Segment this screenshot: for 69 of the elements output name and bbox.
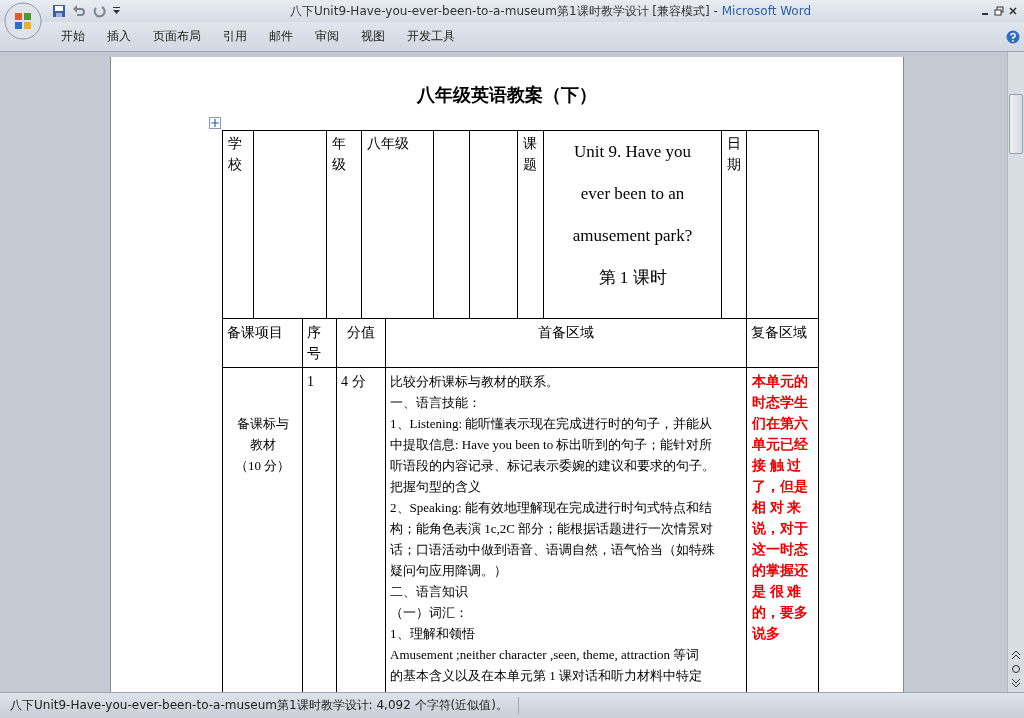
text-line: （一）词汇： [390, 604, 469, 622]
ribbon-tab[interactable]: 邮件 [258, 26, 304, 47]
text-line: Amusement ;neither character ,seen, theme, attraction 等词 [390, 646, 701, 664]
browse-object-icon[interactable] [1011, 664, 1021, 674]
restore-icon[interactable] [994, 6, 1004, 16]
table-move-handle-icon[interactable] [209, 117, 221, 129]
table-cell: 八年级 [362, 131, 434, 319]
lesson-title-line: amusement park? [571, 225, 694, 247]
ribbon-tab[interactable]: 引用 [212, 26, 258, 47]
text-line: 构；能角色表演 1c,2C 部分；能根据话题进行一次情景对 [390, 520, 715, 538]
ribbon-tab[interactable]: 开始 [50, 26, 96, 47]
text-line: 教材 [248, 436, 277, 454]
cell-label: 日期 [727, 135, 741, 174]
text-line: 相 对 来 [752, 499, 802, 517]
ribbon-tab[interactable]: 视图 [350, 26, 396, 47]
help-icon[interactable] [1006, 29, 1020, 44]
text-line: 1、理解和领悟 [390, 625, 476, 643]
word-count: 八下Unit9-Have-you-ever-been-to-a-museum第1课时教学设计: 4,092 个字符(近似值)。 [0, 697, 519, 714]
text-line: 二、语言知识 [390, 583, 469, 601]
window-title: 八下Unit9-Have-you-ever-been-to-a-museum第1课时教学设计 [兼容模式] - Microsoft Word [288, 2, 812, 20]
undo-icon[interactable] [72, 4, 86, 18]
text-line: 了，但是 [752, 478, 809, 496]
scrollbar-thumb[interactable] [1009, 94, 1023, 154]
vertical-scrollbar[interactable] [1007, 52, 1024, 692]
text-line: 疑问句应用降调。） [390, 562, 508, 580]
table-cell: 首备区域 [386, 319, 747, 368]
ribbon-tab[interactable]: 开发工具 [396, 26, 466, 47]
text-line: 1、Listening: 能听懂表示现在完成进行时的句子，并能从 [390, 415, 714, 433]
table-cell: 复备区域 [747, 319, 819, 368]
text-line: 一、语言技能： [390, 394, 482, 412]
text-line: 这一时态 [752, 541, 809, 559]
text-line: 是 很 难 [752, 583, 802, 601]
previous-page-icon[interactable] [1011, 650, 1021, 660]
lesson-title-line: 第 1 课时 [597, 267, 668, 289]
dropdown-icon[interactable] [112, 6, 121, 16]
text-line: 们在第六 [752, 415, 809, 433]
text-line: 本单元的 [752, 373, 809, 391]
text-line: 的基本含义以及在本单元第 1 课对话和听力材料中特定 [390, 667, 703, 685]
table-cell: 备课项目 [223, 319, 303, 368]
text-line: （10 分） [233, 457, 292, 475]
lesson-title-line: Unit 9. Have you [572, 141, 693, 163]
table-cell: 分值 [337, 319, 386, 368]
text-line: 中提取信息: Have you been to 标出听到的句子；能针对所 [390, 436, 714, 454]
text-line: 说，对于 [752, 520, 809, 538]
text-line: 听语段的内容记录、标记表示委婉的建议和要求的句子。 [390, 457, 716, 475]
ribbon-tab[interactable]: 页面布局 [142, 26, 212, 47]
text-line: 备课标与 [235, 415, 290, 433]
document-heading: 八年级英语教案（下） [415, 84, 598, 107]
text-line: 接 触 过 [752, 457, 802, 475]
save-icon[interactable] [52, 4, 66, 18]
text-line: 说多 [752, 625, 781, 643]
text-line: 2、Speaking: 能有效地理解现在完成进行时句式特点和结 [390, 499, 713, 517]
text-line: 把握句型的含义 [390, 478, 482, 496]
redo-icon[interactable] [92, 4, 106, 18]
close-icon[interactable] [1008, 6, 1018, 16]
ribbon-tab[interactable]: 审阅 [304, 26, 350, 47]
cell-label: 学校 [228, 135, 242, 174]
text-line: 单元已经 [752, 436, 809, 454]
cell-label: 课题 [523, 135, 537, 174]
text-line: 的掌握还 [752, 562, 809, 580]
ribbon-tab[interactable]: 插入 [96, 26, 142, 47]
next-page-icon[interactable] [1011, 678, 1021, 688]
text-line: 比较分析课标与教材的联系。 [390, 373, 560, 391]
text-line: 的，要多 [752, 604, 809, 622]
lesson-title-line: ever been to an [579, 183, 686, 205]
text-line: 话；口语活动中做到语音、语调自然，语气恰当（如特殊 [390, 541, 716, 559]
cell-label: 年级 [332, 135, 346, 174]
cell-label: 序号 [307, 324, 321, 363]
text-line: 时态学生 [752, 394, 809, 412]
